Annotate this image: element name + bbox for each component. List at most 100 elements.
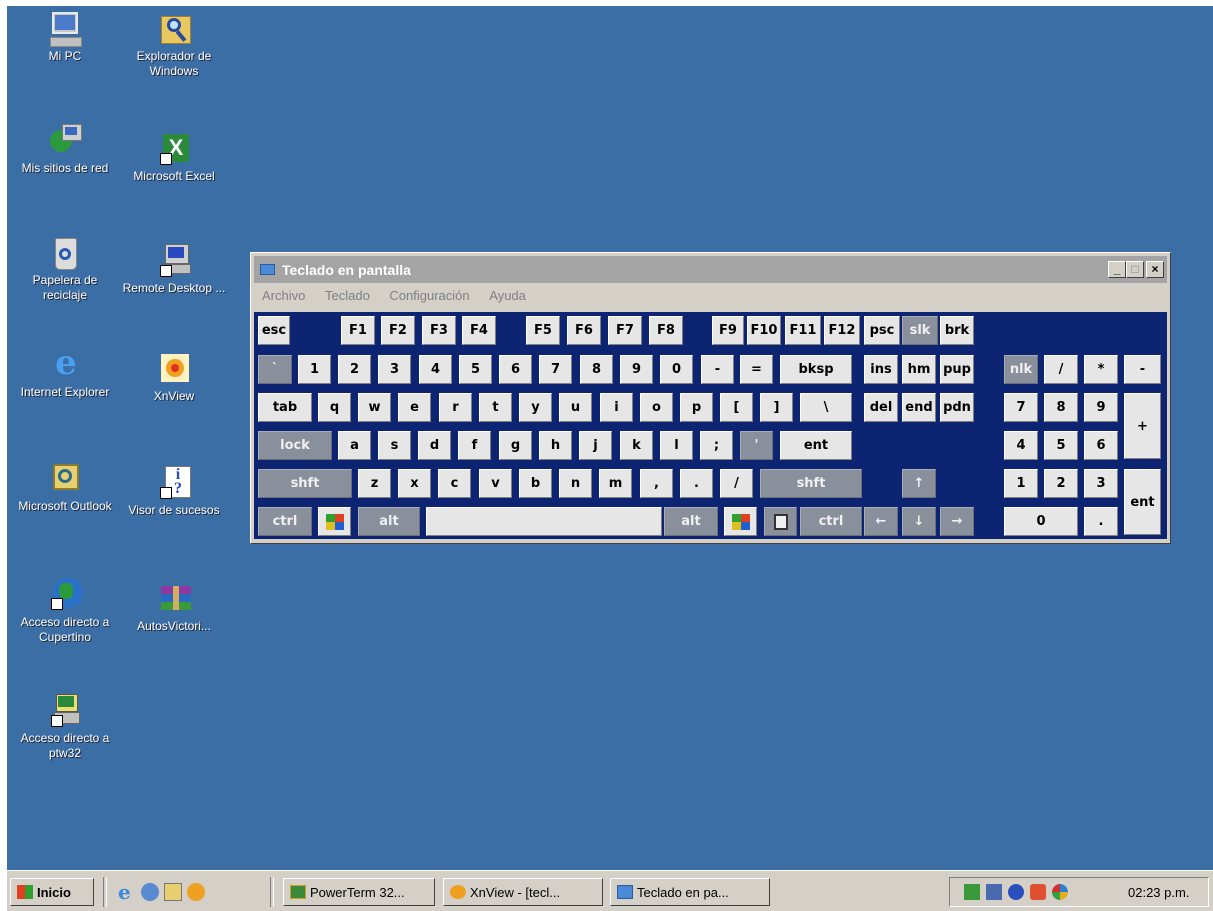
key-plus[interactable]: + xyxy=(1124,393,1161,459)
key-3[interactable]: 3 xyxy=(378,355,411,384)
key-ins[interactable]: ins xyxy=(864,355,898,384)
key-o[interactable]: o xyxy=(640,393,673,422)
menu-configuracion[interactable]: Configuración xyxy=(389,286,469,306)
key-e[interactable]: e xyxy=(398,393,431,422)
key-alt-right[interactable]: alt xyxy=(664,507,718,536)
key-pup[interactable]: pup xyxy=(940,355,974,384)
key-6[interactable]: 6 xyxy=(499,355,532,384)
key-backslash[interactable]: \ xyxy=(800,393,852,422)
desktop-icon-excel[interactable]: X Microsoft Excel xyxy=(118,132,230,184)
desktop-icon-recycle-bin[interactable]: Papelera de reciclaje xyxy=(9,236,121,303)
key-n[interactable]: n xyxy=(559,469,592,498)
key-l[interactable]: l xyxy=(660,431,693,460)
key-1[interactable]: 1 xyxy=(1004,469,1038,498)
key-nlk[interactable]: nlk xyxy=(1004,355,1038,384)
key-5[interactable]: 5 xyxy=(459,355,492,384)
key-shft[interactable]: shft xyxy=(258,469,352,498)
key-f8[interactable]: F8 xyxy=(649,316,683,345)
key-f12[interactable]: F12 xyxy=(824,316,860,345)
key-p[interactable]: p xyxy=(680,393,713,422)
key-period[interactable]: . xyxy=(680,469,713,498)
menu-ayuda[interactable]: Ayuda xyxy=(489,286,526,306)
key-f[interactable]: f xyxy=(458,431,491,460)
key-z[interactable]: z xyxy=(358,469,391,498)
key-w[interactable]: w xyxy=(358,393,391,422)
menu-teclado[interactable]: Teclado xyxy=(325,286,370,306)
key-lbracket[interactable]: [ xyxy=(720,393,753,422)
key-t[interactable]: t xyxy=(479,393,512,422)
key-8[interactable]: 8 xyxy=(1044,393,1078,422)
key-win[interactable] xyxy=(318,507,351,536)
key-right-arrow[interactable]: → xyxy=(940,507,974,536)
key-f7[interactable]: F7 xyxy=(608,316,642,345)
key-equals[interactable]: = xyxy=(740,355,773,384)
outlook-quicklaunch-icon[interactable] xyxy=(164,883,182,901)
desktop-icon-mi-pc[interactable]: Mi PC xyxy=(9,12,121,64)
key-d[interactable]: d xyxy=(418,431,451,460)
key-8[interactable]: 8 xyxy=(580,355,613,384)
key-f9[interactable]: F9 xyxy=(712,316,744,345)
key-slk[interactable]: slk xyxy=(902,316,938,345)
key-end[interactable]: end xyxy=(902,393,936,422)
tray-app-icon[interactable] xyxy=(1030,884,1046,900)
key-lock[interactable]: lock xyxy=(258,431,332,460)
tray-chart-icon[interactable] xyxy=(964,884,980,900)
xnview-quicklaunch-icon[interactable] xyxy=(187,883,205,901)
desktop-icon-outlook[interactable]: Microsoft Outlook xyxy=(9,462,121,514)
ie-quicklaunch-icon[interactable]: e xyxy=(118,882,136,902)
tray-globe-icon[interactable] xyxy=(1008,884,1024,900)
key-pdn[interactable]: pdn xyxy=(940,393,974,422)
desktop-icon-remote-desktop[interactable]: Remote Desktop ... xyxy=(118,244,230,296)
show-desktop-icon[interactable] xyxy=(141,883,159,901)
key-a[interactable]: a xyxy=(338,431,371,460)
key-menu[interactable] xyxy=(764,507,797,536)
key-up-arrow[interactable]: ↑ xyxy=(902,469,936,498)
key-win-right[interactable] xyxy=(724,507,757,536)
key-f1[interactable]: F1 xyxy=(341,316,375,345)
key-m[interactable]: m xyxy=(599,469,632,498)
key-f3[interactable]: F3 xyxy=(422,316,456,345)
key-c[interactable]: c xyxy=(438,469,471,498)
key-f6[interactable]: F6 xyxy=(567,316,601,345)
key-r[interactable]: r xyxy=(439,393,472,422)
key-9[interactable]: 9 xyxy=(620,355,653,384)
key-h[interactable]: h xyxy=(539,431,572,460)
key-f4[interactable]: F4 xyxy=(462,316,496,345)
key-esc[interactable]: esc xyxy=(258,316,290,345)
window-titlebar[interactable]: Teclado en pantalla _ □ × xyxy=(254,256,1167,283)
key-minus[interactable]: - xyxy=(701,355,734,384)
key-7[interactable]: 7 xyxy=(1004,393,1038,422)
key-u[interactable]: u xyxy=(559,393,592,422)
key-comma[interactable]: , xyxy=(640,469,673,498)
desktop-icon-visor-sucesos[interactable]: i? Visor de sucesos xyxy=(118,466,230,518)
key-brk[interactable]: brk xyxy=(940,316,974,345)
key-i[interactable]: i xyxy=(600,393,633,422)
key-k[interactable]: k xyxy=(620,431,653,460)
maximize-button[interactable]: □ xyxy=(1126,261,1144,278)
tray-network-icon[interactable] xyxy=(986,884,1002,900)
desktop-icon-cupertino[interactable]: Acceso directo a Cupertino xyxy=(9,578,121,645)
key-bksp[interactable]: bksp xyxy=(780,355,852,384)
key-hm[interactable]: hm xyxy=(902,355,936,384)
key-f11[interactable]: F11 xyxy=(785,316,821,345)
key-psc[interactable]: psc xyxy=(864,316,900,345)
key-ent-numpad[interactable]: ent xyxy=(1124,469,1161,535)
close-button[interactable]: × xyxy=(1146,261,1164,278)
key-v[interactable]: v xyxy=(479,469,512,498)
key-ctrl-right[interactable]: ctrl xyxy=(800,507,862,536)
key-j[interactable]: j xyxy=(579,431,612,460)
key-down-arrow[interactable]: ↓ xyxy=(902,507,936,536)
task-teclado[interactable]: Teclado en pa... xyxy=(610,878,770,906)
key-0[interactable]: 0 xyxy=(1004,507,1078,536)
task-powerterm[interactable]: PowerTerm 32... xyxy=(283,878,435,906)
key-ent[interactable]: ent xyxy=(780,431,852,460)
key-y[interactable]: y xyxy=(519,393,552,422)
key-5[interactable]: 5 xyxy=(1044,431,1078,460)
key-4[interactable]: 4 xyxy=(1004,431,1038,460)
key-f2[interactable]: F2 xyxy=(381,316,415,345)
key-2[interactable]: 2 xyxy=(1044,469,1078,498)
key-0[interactable]: 0 xyxy=(660,355,693,384)
key-semicolon[interactable]: ; xyxy=(700,431,733,460)
key-shft-right[interactable]: shft xyxy=(760,469,862,498)
key-x[interactable]: x xyxy=(398,469,431,498)
